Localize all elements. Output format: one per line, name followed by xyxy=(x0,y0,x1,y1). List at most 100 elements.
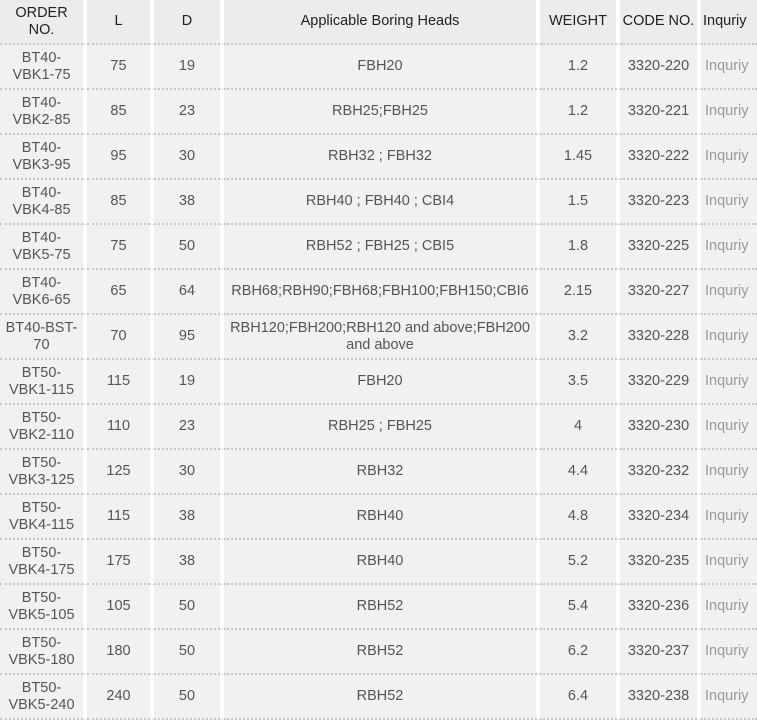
l-cell: 85 xyxy=(87,180,154,225)
inquiry-link[interactable]: Inquriy xyxy=(701,585,757,630)
d-cell: 38 xyxy=(154,180,224,225)
l-cell: 240 xyxy=(87,675,154,720)
weight-cell: 1.5 xyxy=(540,180,620,225)
header-weight: WEIGHT xyxy=(540,0,620,45)
inquiry-link[interactable]: Inquriy xyxy=(701,630,757,675)
table-row: BT40-VBK2-85 85 23 RBH25;FBH25 1.2 3320-221 In… xyxy=(0,90,757,135)
d-cell: 23 xyxy=(154,405,224,450)
table-row: BT50-VBK3-125 125 30 RBH32 4.4 3320-232 Inquri… xyxy=(0,450,757,495)
order-no-cell: BT40-VBK2-85 xyxy=(0,90,87,135)
weight-cell: 1.2 xyxy=(540,45,620,90)
boring-heads-cell: RBH68;RBH90;FBH68;FBH100;FBH150;CBI6 xyxy=(224,270,540,315)
table-row: BT40-VBK1-75 75 19 FBH20 1.2 3320-220 Inquriy xyxy=(0,45,757,90)
inquiry-link[interactable]: Inquriy xyxy=(701,675,757,720)
d-cell: 30 xyxy=(154,135,224,180)
boring-heads-cell: RBH40 xyxy=(224,495,540,540)
weight-cell: 5.2 xyxy=(540,540,620,585)
table-header-row: ORDER NO. L D Applicable Boring Heads WE… xyxy=(0,0,757,45)
order-no-cell: BT40-VBK5-75 xyxy=(0,225,87,270)
inquiry-link[interactable]: Inquriy xyxy=(701,135,757,180)
order-no-cell: BT40-VBK3-95 xyxy=(0,135,87,180)
header-order-no: ORDER NO. xyxy=(0,0,87,45)
table-row: BT40-VBK5-75 75 50 RBH52 ; FBH25 ; CBI5 1.8 3… xyxy=(0,225,757,270)
l-cell: 75 xyxy=(87,45,154,90)
weight-cell: 3.2 xyxy=(540,315,620,360)
inquiry-link[interactable]: Inquriy xyxy=(701,450,757,495)
weight-cell: 3.5 xyxy=(540,360,620,405)
order-no-cell: BT50-VBK4-115 xyxy=(0,495,87,540)
boring-heads-cell: RBH32 xyxy=(224,450,540,495)
d-cell: 19 xyxy=(154,45,224,90)
l-cell: 65 xyxy=(87,270,154,315)
code-no-cell: 3320-230 xyxy=(620,405,701,450)
l-cell: 75 xyxy=(87,225,154,270)
order-no-cell: BT50-VBK1-115 xyxy=(0,360,87,405)
d-cell: 23 xyxy=(154,90,224,135)
inquiry-link[interactable]: Inquriy xyxy=(701,360,757,405)
d-cell: 38 xyxy=(154,495,224,540)
inquiry-link[interactable]: Inquriy xyxy=(701,225,757,270)
boring-heads-cell: RBH32 ; FBH32 xyxy=(224,135,540,180)
code-no-cell: 3320-220 xyxy=(620,45,701,90)
order-no-cell: BT50-VBK3-125 xyxy=(0,450,87,495)
code-no-cell: 3320-228 xyxy=(620,315,701,360)
boring-heads-cell: FBH20 xyxy=(224,45,540,90)
weight-cell: 6.2 xyxy=(540,630,620,675)
code-no-cell: 3320-229 xyxy=(620,360,701,405)
inquiry-link[interactable]: Inquriy xyxy=(701,315,757,360)
header-inquiry: Inquriy xyxy=(701,0,757,45)
weight-cell: 1.45 xyxy=(540,135,620,180)
boring-heads-cell: RBH40 ; FBH40 ; CBI4 xyxy=(224,180,540,225)
inquiry-link[interactable]: Inquriy xyxy=(701,180,757,225)
order-no-cell: BT40-VBK6-65 xyxy=(0,270,87,315)
table-row: BT50-VBK1-115 115 19 FBH20 3.5 3320-229 Inquri… xyxy=(0,360,757,405)
inquiry-link[interactable]: Inquriy xyxy=(701,45,757,90)
table-row: BT40-VBK4-85 85 38 RBH40 ; FBH40 ; CBI4 1.5 3… xyxy=(0,180,757,225)
table-row: BT50-VBK5-240 240 50 RBH52 6.4 3320-238 Inquri… xyxy=(0,675,757,720)
order-no-cell: BT50-VBK5-180 xyxy=(0,630,87,675)
inquiry-link[interactable]: Inquriy xyxy=(701,405,757,450)
code-no-cell: 3320-225 xyxy=(620,225,701,270)
d-cell: 50 xyxy=(154,675,224,720)
l-cell: 125 xyxy=(87,450,154,495)
code-no-cell: 3320-235 xyxy=(620,540,701,585)
table-body: BT40-VBK1-75 75 19 FBH20 1.2 3320-220 Inquriy B… xyxy=(0,45,757,720)
d-cell: 50 xyxy=(154,225,224,270)
boring-heads-cell: RBH120;FBH200;RBH120 and above;FBH200 an… xyxy=(224,315,540,360)
order-no-cell: BT50-VBK2-110 xyxy=(0,405,87,450)
table-row: BT40-VBK3-95 95 30 RBH32 ; FBH32 1.45 3320-22… xyxy=(0,135,757,180)
table-row: BT50-VBK5-105 105 50 RBH52 5.4 3320-236 Inquri… xyxy=(0,585,757,630)
l-cell: 95 xyxy=(87,135,154,180)
boring-heads-cell: RBH52 xyxy=(224,675,540,720)
order-no-cell: BT40-BST-70 xyxy=(0,315,87,360)
code-no-cell: 3320-222 xyxy=(620,135,701,180)
inquiry-link[interactable]: Inquriy xyxy=(701,540,757,585)
d-cell: 19 xyxy=(154,360,224,405)
inquiry-link[interactable]: Inquriy xyxy=(701,90,757,135)
code-no-cell: 3320-238 xyxy=(620,675,701,720)
l-cell: 105 xyxy=(87,585,154,630)
weight-cell: 1.2 xyxy=(540,90,620,135)
boring-heads-cell: RBH52 ; FBH25 ; CBI5 xyxy=(224,225,540,270)
table-row: BT50-VBK4-175 175 38 RBH40 5.2 3320-235 Inquri… xyxy=(0,540,757,585)
inquiry-link[interactable]: Inquriy xyxy=(701,270,757,315)
d-cell: 64 xyxy=(154,270,224,315)
weight-cell: 2.15 xyxy=(540,270,620,315)
l-cell: 115 xyxy=(87,360,154,405)
l-cell: 115 xyxy=(87,495,154,540)
code-no-cell: 3320-236 xyxy=(620,585,701,630)
code-no-cell: 3320-234 xyxy=(620,495,701,540)
table-row: BT50-VBK4-115 115 38 RBH40 4.8 3320-234 Inquri… xyxy=(0,495,757,540)
order-no-cell: BT50-VBK5-240 xyxy=(0,675,87,720)
inquiry-link[interactable]: Inquriy xyxy=(701,495,757,540)
d-cell: 95 xyxy=(154,315,224,360)
boring-heads-cell: RBH25;FBH25 xyxy=(224,90,540,135)
d-cell: 30 xyxy=(154,450,224,495)
l-cell: 175 xyxy=(87,540,154,585)
table-row: BT50-VBK5-180 180 50 RBH52 6.2 3320-237 Inquri… xyxy=(0,630,757,675)
table-row: BT50-VBK2-110 110 23 RBH25 ; FBH25 4 3320-230… xyxy=(0,405,757,450)
header-l: L xyxy=(87,0,154,45)
l-cell: 180 xyxy=(87,630,154,675)
code-no-cell: 3320-223 xyxy=(620,180,701,225)
d-cell: 38 xyxy=(154,540,224,585)
